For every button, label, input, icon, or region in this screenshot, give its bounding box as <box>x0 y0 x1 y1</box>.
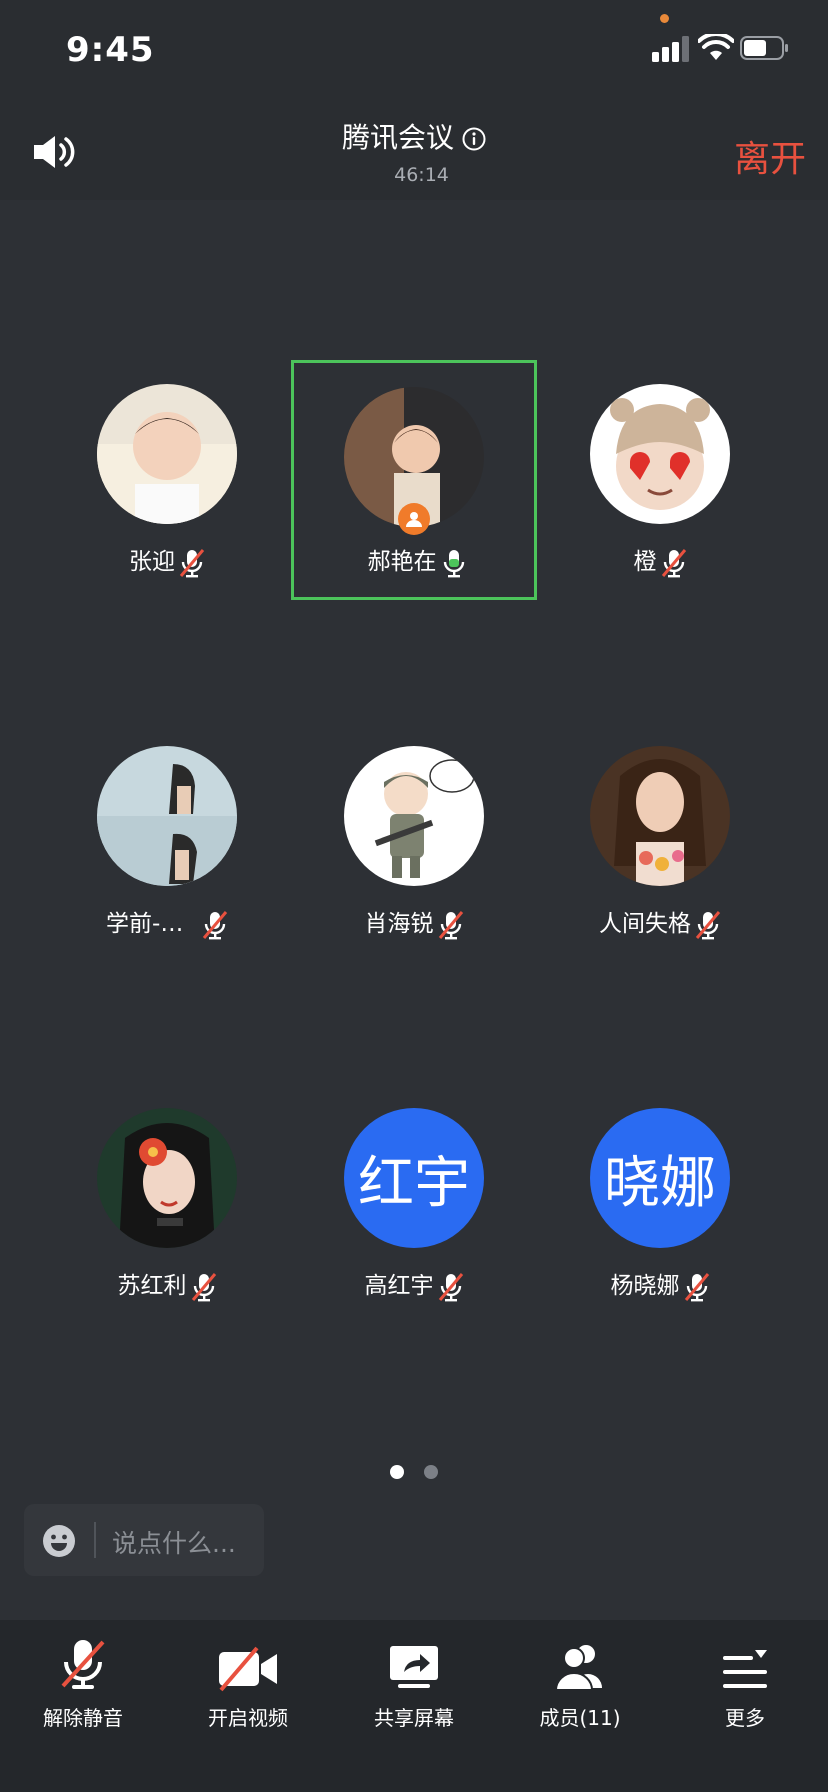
participant-name: 杨晓娜 <box>610 1273 680 1299</box>
page-indicator[interactable] <box>0 1464 828 1483</box>
participant-tile[interactable]: 苏红利 <box>44 1084 290 1324</box>
avatar <box>344 746 484 886</box>
status-time: 9:45 <box>66 30 155 70</box>
host-badge <box>398 503 430 535</box>
participant-name: 橙 <box>633 549 657 575</box>
participant-name-row: 苏红利 <box>44 1266 290 1302</box>
chat-placeholder: 说点什么... <box>112 1529 236 1558</box>
avatar <box>590 746 730 886</box>
more-button[interactable]: 更多 <box>675 1636 815 1736</box>
emoji-icon[interactable] <box>42 1524 76 1558</box>
participant-name-row: 肖海锐 <box>291 904 537 940</box>
page-dot-active[interactable] <box>390 1465 404 1479</box>
participant-name-row: 人间失格 <box>537 904 783 940</box>
participant-name: 高红宇 <box>364 1273 434 1299</box>
more-label: 更多 <box>725 1706 765 1730</box>
mic-muted-icon <box>695 910 721 939</box>
more-menu-icon <box>723 1650 767 1688</box>
share-screen-icon <box>390 1646 438 1688</box>
share-screen-button[interactable]: 共享屏幕 <box>344 1636 484 1736</box>
mic-muted-icon <box>684 1272 709 1301</box>
participant-tile[interactable]: 橙 <box>537 360 783 600</box>
participant-name: 学前-… <box>106 911 184 937</box>
participant-name-row: 橙 <box>537 542 783 578</box>
participant-name: 郝艳在 <box>367 549 437 575</box>
start-video-button[interactable]: 开启视频 <box>178 1636 318 1736</box>
participant-name: 张迎 <box>129 549 175 575</box>
start-video-label: 开启视频 <box>208 1706 288 1730</box>
mic-muted-icon <box>191 1272 216 1301</box>
participant-tile[interactable]: 晓娜 杨晓娜 <box>537 1084 783 1324</box>
participant-tile[interactable]: 红宇 高红宇 <box>291 1084 537 1324</box>
members-button[interactable]: 成员(11) <box>510 1636 650 1736</box>
participant-name-row: 高红宇 <box>291 1266 537 1302</box>
share-screen-label: 共享屏幕 <box>374 1706 454 1730</box>
battery-icon <box>740 36 788 60</box>
participant-tile[interactable]: 肖海锐 <box>291 722 537 962</box>
participant-tile-active-speaker[interactable]: 郝艳在 <box>291 360 537 600</box>
participant-tile[interactable]: 人间失格 <box>537 722 783 962</box>
cellular-signal-icon <box>652 36 689 62</box>
avatar <box>590 384 730 524</box>
avatar-initials: 红宇 <box>344 1108 484 1248</box>
divider <box>94 1522 96 1558</box>
mic-muted-icon <box>438 1272 463 1301</box>
page-dot[interactable] <box>424 1465 438 1479</box>
info-icon[interactable] <box>462 127 486 151</box>
meeting-title-row[interactable]: 腾讯会议 <box>0 116 828 156</box>
members-label: 成员(11) <box>539 1706 621 1730</box>
mic-muted-icon <box>661 548 686 577</box>
avatar <box>97 1108 237 1248</box>
meeting-title: 腾讯会议 <box>341 121 454 154</box>
video-off-icon <box>219 1646 277 1692</box>
host-person-icon <box>406 512 422 527</box>
avatar-initials: 晓娜 <box>590 1108 730 1248</box>
members-icon <box>554 1645 602 1691</box>
mic-muted-icon <box>179 548 205 577</box>
avatar <box>97 746 237 886</box>
mic-muted-icon <box>438 910 463 939</box>
unmute-button[interactable]: 解除静音 <box>13 1636 153 1736</box>
mic-on-icon <box>443 549 464 577</box>
chat-input[interactable]: 说点什么... <box>24 1504 264 1576</box>
participant-name: 苏红利 <box>117 1273 187 1299</box>
mic-in-use-indicator <box>660 14 669 23</box>
wifi-icon <box>698 34 734 60</box>
avatar <box>97 384 237 524</box>
participant-name: 肖海锐 <box>364 911 434 937</box>
participant-tile[interactable]: 学前-… <box>44 722 290 962</box>
mic-muted-icon <box>202 910 228 939</box>
unmute-label: 解除静音 <box>43 1706 123 1730</box>
mic-muted-icon <box>61 1640 105 1689</box>
participant-name-row: 郝艳在 <box>294 542 540 578</box>
participant-name: 人间失格 <box>599 911 691 937</box>
participant-name-row: 杨晓娜 <box>537 1266 783 1302</box>
participant-name-row: 学前-… <box>44 904 290 940</box>
participant-name-row: 张迎 <box>44 542 290 578</box>
participant-tile[interactable]: 张迎 <box>44 360 290 600</box>
leave-button[interactable]: 离开 <box>734 130 806 182</box>
meeting-duration: 46:14 <box>394 164 449 186</box>
